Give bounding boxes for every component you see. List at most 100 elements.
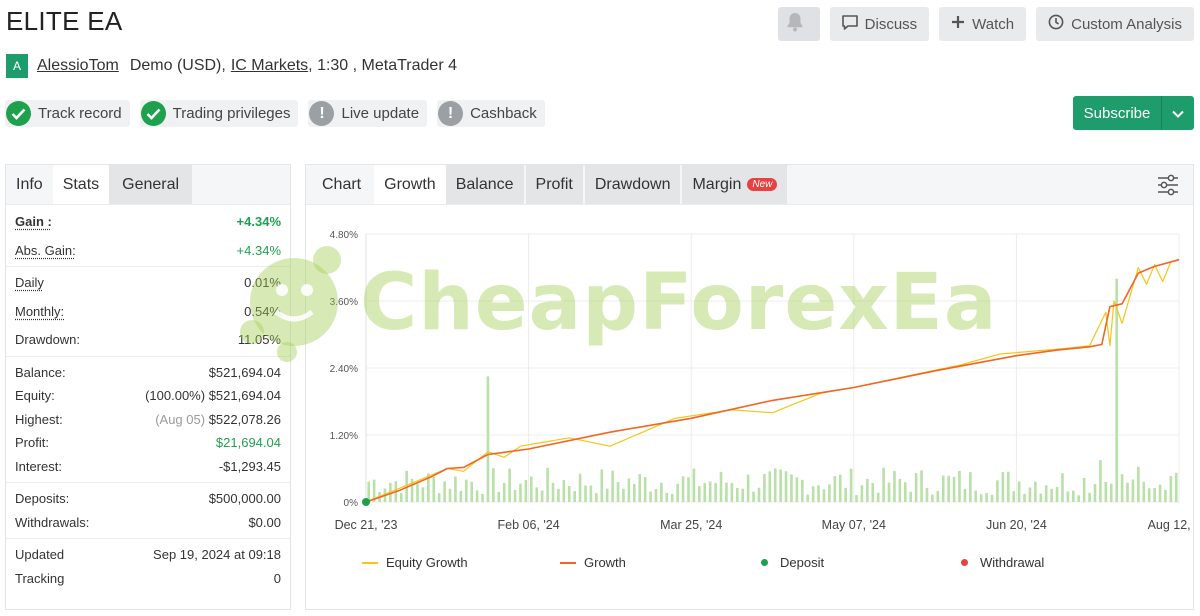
- volume-bar: [692, 468, 696, 502]
- volume-bar: [952, 476, 956, 502]
- tab-balance[interactable]: Balance: [445, 165, 526, 204]
- stat-label: Deposits:: [15, 491, 70, 507]
- x-tick-label: Aug 12, '24: [1148, 518, 1193, 532]
- tab-growth[interactable]: Growth: [374, 165, 446, 204]
- volume-bar: [822, 489, 826, 502]
- volume-bar: [524, 479, 528, 502]
- volume-bar: [535, 487, 539, 502]
- volume-bar: [735, 487, 739, 502]
- stat-label[interactable]: Daily: [15, 275, 44, 290]
- volume-bar: [763, 473, 766, 502]
- volume-bar: [1034, 481, 1037, 502]
- badge-trading-privileges[interactable]: Trading privileges: [139, 100, 299, 127]
- legend-equity-growth[interactable]: Equity Growth: [362, 555, 560, 570]
- volume-bar: [996, 480, 999, 502]
- volume-bar: [811, 486, 815, 502]
- legend-growth[interactable]: Growth: [560, 555, 761, 570]
- volume-bar: [828, 484, 831, 502]
- tab-profit[interactable]: Profit: [525, 165, 585, 204]
- volume-bar: [660, 482, 663, 502]
- subscribe-label[interactable]: Subscribe: [1073, 96, 1162, 130]
- subscribe-dropdown[interactable]: [1162, 96, 1194, 130]
- volume-bar: [584, 485, 587, 502]
- volume-bar: [947, 475, 950, 502]
- x-tick-label: Dec 21, '23: [335, 518, 398, 532]
- volume-bar: [551, 482, 555, 502]
- volume-bar: [1017, 481, 1021, 502]
- stat-deposits: Deposits: $500,000.00: [6, 487, 290, 511]
- subscribe-button[interactable]: Subscribe: [1073, 96, 1194, 130]
- volume-bar: [508, 468, 511, 502]
- notify-button[interactable]: [777, 7, 820, 41]
- stat-label: Interest:: [15, 458, 62, 474]
- volume-bar: [757, 487, 761, 502]
- divider: [6, 482, 290, 483]
- owner-link[interactable]: AlessioTom: [37, 57, 119, 75]
- volume-bar: [530, 476, 533, 502]
- page-title: ELITE EA: [6, 6, 123, 36]
- discuss-button[interactable]: Discuss: [829, 7, 930, 41]
- badge-live-update[interactable]: ! Live update: [308, 100, 428, 127]
- divider: [6, 355, 290, 357]
- legend-label: Growth: [584, 555, 626, 570]
- custom-analysis-button[interactable]: Custom Analysis: [1036, 7, 1194, 41]
- stat-label[interactable]: Monthly:: [15, 304, 64, 319]
- stat-gain: Gain : +4.34%: [6, 210, 290, 234]
- volume-bar: [920, 470, 923, 502]
- stat-value: 0: [273, 570, 281, 586]
- volume-bar: [1137, 466, 1140, 502]
- stat-label[interactable]: Abs. Gain:: [15, 243, 76, 258]
- volume-bar: [448, 488, 452, 502]
- stat-label[interactable]: Gain :: [15, 214, 52, 229]
- volume-bar: [790, 474, 793, 502]
- badge-track-record[interactable]: Track record: [5, 100, 130, 127]
- stat-label: Updated: [15, 547, 65, 563]
- volume-bar: [616, 482, 620, 502]
- volume-bar: [540, 490, 544, 502]
- volume-bar: [1109, 483, 1113, 502]
- stat-label: Balance:: [15, 364, 66, 380]
- volume-bar: [725, 482, 728, 502]
- stat-withdrawals: Withdrawals: $0.00: [6, 511, 290, 535]
- volume-bar: [703, 483, 707, 502]
- tab-drawdown[interactable]: Drawdown: [584, 165, 683, 204]
- volume-bar: [687, 477, 690, 502]
- volume-bar: [801, 479, 804, 502]
- volume-bar: [833, 476, 837, 502]
- legend-withdrawal[interactable]: Withdrawal: [961, 555, 1044, 570]
- check-icon: [6, 101, 31, 126]
- tab-stats[interactable]: Stats: [52, 165, 110, 204]
- volume-bar: [871, 482, 875, 502]
- divider: [6, 538, 290, 539]
- stat-monthly: Monthly: 0.54%: [6, 300, 290, 324]
- volume-bar: [1093, 484, 1097, 502]
- chart-legend: Equity Growth Growth Deposit Withdrawal: [362, 555, 1044, 570]
- stat-interest: Interest: -$1,293.45: [6, 455, 290, 479]
- badge-label: Track record: [38, 105, 122, 122]
- new-badge: New: [747, 178, 778, 191]
- volume-bar: [866, 478, 869, 502]
- volume-bar: [882, 467, 885, 502]
- broker-link[interactable]: IC Markets: [231, 57, 308, 75]
- volume-bar: [887, 482, 891, 502]
- tab-margin[interactable]: Margin New: [682, 165, 790, 204]
- volume-bar: [719, 471, 723, 502]
- tab-general[interactable]: General: [109, 165, 193, 204]
- account-type: Demo (USD),: [129, 57, 226, 74]
- stat-abs-gain: Abs. Gain: +4.34%: [6, 239, 290, 263]
- volume-bar: [838, 474, 842, 502]
- watch-label: Watch: [972, 15, 1015, 33]
- highest-date: (Aug 05): [155, 411, 206, 427]
- watch-button[interactable]: Watch: [939, 7, 1027, 41]
- y-tick-label: 3.60%: [330, 297, 358, 308]
- chart-settings-button[interactable]: [1156, 173, 1180, 202]
- tab-chart[interactable]: Chart: [306, 165, 374, 204]
- volume-bar: [681, 476, 685, 502]
- volume-bar: [990, 494, 994, 502]
- legend-deposit[interactable]: Deposit: [761, 555, 961, 570]
- tab-info[interactable]: Info: [6, 165, 53, 204]
- badge-cashback[interactable]: ! Cashback: [437, 100, 545, 127]
- volume-bar: [773, 468, 777, 502]
- stat-value: 0.54%: [244, 303, 281, 319]
- volume-bar: [437, 493, 441, 502]
